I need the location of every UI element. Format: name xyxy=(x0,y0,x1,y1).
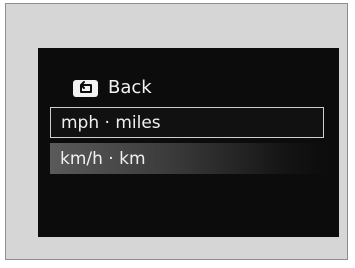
menu-screen: Back mph · miles km/h · km xyxy=(38,48,339,237)
menu-item-mph-miles[interactable]: mph · miles xyxy=(50,107,324,138)
back-label: Back xyxy=(108,77,152,98)
display-frame: Back mph · miles km/h · km xyxy=(5,3,348,260)
menu-item-label: mph · miles xyxy=(61,112,161,133)
menu-item-kmh-km[interactable]: km/h · km xyxy=(50,143,324,174)
back-button[interactable]: Back xyxy=(73,76,152,100)
menu-item-label: km/h · km xyxy=(60,148,146,169)
back-arrow-icon xyxy=(73,79,98,97)
